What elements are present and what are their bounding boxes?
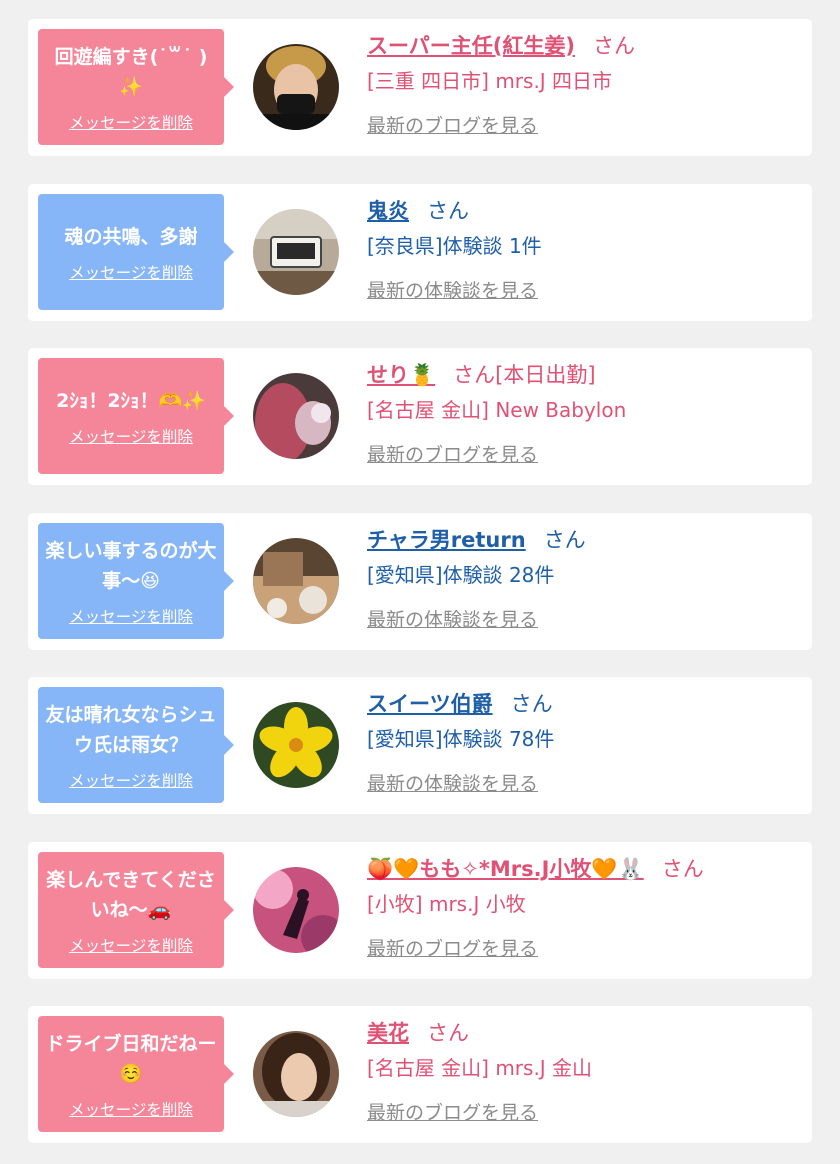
- delete-message-link[interactable]: メッセージを削除: [69, 111, 193, 133]
- user-location: [愛知県]体験談 78件: [367, 727, 555, 751]
- message-text: 楽しい事するのが大事〜😆: [45, 539, 217, 592]
- pink-silhouette-avatar[interactable]: [253, 867, 339, 953]
- message-card: 楽しんできてくださいね〜🚗 メッセージを削除 🍑🧡もも✧*Mrs.J小牧🧡🐰 さ…: [28, 842, 812, 979]
- user-name-link[interactable]: 美花: [367, 1017, 409, 1047]
- message-text: 魂の共鳴、多謝: [64, 225, 198, 248]
- message-text: 回遊編すき(˙꒳˙ )✨: [54, 45, 208, 98]
- message-card: 回遊編すき(˙꒳˙ )✨ メッセージを削除 スーパー主任(紅生姜) さん [三重…: [28, 19, 812, 156]
- message-text: 楽しんできてくださいね〜🚗: [46, 868, 216, 921]
- latest-blog-link[interactable]: 最新のブログを見る: [367, 114, 538, 138]
- honorific: さん[本日出勤]: [453, 363, 596, 387]
- honorific: さん: [543, 528, 586, 552]
- message-card: ドライブ日和だねー☺️ メッセージを削除 美花 さん [名古屋 金山] mrs.…: [28, 1006, 812, 1143]
- digital-clock-avatar[interactable]: [253, 209, 339, 295]
- delete-message-link[interactable]: メッセージを削除: [69, 261, 193, 283]
- user-location: [三重 四日市] mrs.J 四日市: [367, 69, 613, 93]
- woman-portrait-avatar[interactable]: [253, 1031, 339, 1117]
- red-hair-avatar[interactable]: [253, 373, 339, 459]
- message-bubble: 2ｼｮ！2ｼｮ！🫶✨ メッセージを削除: [38, 358, 234, 474]
- user-name-link[interactable]: せり🍍: [367, 359, 435, 389]
- message-bubble: 友は晴れ女ならシュウ氏は雨女？ メッセージを削除: [38, 687, 234, 803]
- yellow-flower-avatar[interactable]: [253, 702, 339, 788]
- latest-review-link[interactable]: 最新の体験談を見る: [367, 772, 538, 796]
- user-name-link[interactable]: チャラ男return: [367, 524, 526, 554]
- message-bubble: 回遊編すき(˙꒳˙ )✨ メッセージを削除: [38, 29, 234, 145]
- latest-review-link[interactable]: 最新の体験談を見る: [367, 279, 538, 303]
- user-location: [愛知県]体験談 28件: [367, 563, 555, 587]
- honorific: さん: [510, 692, 553, 716]
- delete-message-link[interactable]: メッセージを削除: [69, 605, 193, 627]
- latest-blog-link[interactable]: 最新のブログを見る: [367, 937, 538, 961]
- user-name-link[interactable]: スイーツ伯爵: [367, 688, 493, 718]
- message-bubble: ドライブ日和だねー☺️ メッセージを削除: [38, 1016, 234, 1132]
- delete-message-link[interactable]: メッセージを削除: [69, 1098, 193, 1120]
- latest-blog-link[interactable]: 最新のブログを見る: [367, 1101, 538, 1125]
- message-list: 回遊編すき(˙꒳˙ )✨ メッセージを削除 スーパー主任(紅生姜) さん [三重…: [0, 0, 840, 1164]
- delete-message-link[interactable]: メッセージを削除: [69, 934, 193, 956]
- message-card: 楽しい事するのが大事〜😆 メッセージを削除 チャラ男return さん [愛知県…: [28, 513, 812, 650]
- message-card: 2ｼｮ！2ｼｮ！🫶✨ メッセージを削除 せり🍍 さん[本日出勤] [名古屋 金山…: [28, 348, 812, 485]
- user-location: [名古屋 金山] New Babylon: [367, 398, 627, 422]
- user-name-link[interactable]: 鬼炎: [367, 195, 409, 225]
- message-text: 友は晴れ女ならシュウ氏は雨女？: [45, 703, 217, 756]
- user-location: [奈良県]体験談 1件: [367, 234, 542, 258]
- delete-message-link[interactable]: メッセージを削除: [69, 769, 193, 791]
- message-card: 友は晴れ女ならシュウ氏は雨女？ メッセージを削除 スイーツ伯爵 さん [愛知県]…: [28, 677, 812, 814]
- man-with-mask-avatar[interactable]: [253, 44, 339, 130]
- honorific: さん: [661, 857, 704, 881]
- food-table-avatar[interactable]: [253, 538, 339, 624]
- user-name-link[interactable]: 🍑🧡もも✧*Mrs.J小牧🧡🐰: [367, 853, 644, 883]
- message-text: 2ｼｮ！2ｼｮ！🫶✨: [56, 389, 206, 412]
- user-location: [名古屋 金山] mrs.J 金山: [367, 1056, 593, 1080]
- message-text: ドライブ日和だねー☺️: [45, 1032, 217, 1085]
- latest-review-link[interactable]: 最新の体験談を見る: [367, 608, 538, 632]
- message-bubble: 楽しい事するのが大事〜😆 メッセージを削除: [38, 523, 234, 639]
- honorific: さん: [427, 199, 469, 223]
- message-bubble: 魂の共鳴、多謝 メッセージを削除: [38, 194, 234, 310]
- user-name-link[interactable]: スーパー主任(紅生姜): [367, 30, 575, 60]
- delete-message-link[interactable]: メッセージを削除: [69, 425, 193, 447]
- message-bubble: 楽しんできてくださいね〜🚗 メッセージを削除: [38, 852, 234, 968]
- latest-blog-link[interactable]: 最新のブログを見る: [367, 443, 538, 467]
- message-card: 魂の共鳴、多謝 メッセージを削除 鬼炎 さん [奈良県]体験談 1件 最新の体験…: [28, 184, 812, 321]
- user-location: [小牧] mrs.J 小牧: [367, 892, 526, 916]
- honorific: さん: [593, 34, 635, 58]
- honorific: さん: [427, 1021, 469, 1045]
